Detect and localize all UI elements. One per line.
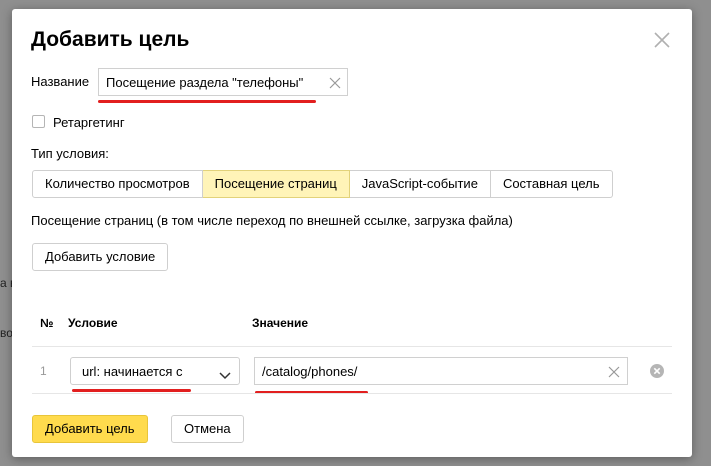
column-header-condition: Условие (68, 316, 118, 330)
condition-select-value: url: начинается с (82, 364, 183, 379)
clear-icon[interactable] (608, 365, 620, 378)
row-number: 1 (40, 364, 47, 378)
divider (32, 346, 672, 347)
background-text: во (0, 326, 13, 340)
condition-value: /catalog/phones/ (262, 364, 358, 379)
condition-value-input[interactable]: /catalog/phones/ (254, 357, 628, 385)
condition-description: Посещение страниц (в том числе переход п… (31, 213, 513, 228)
add-goal-dialog: Добавить цель Название Посещение раздела… (12, 9, 692, 457)
column-header-number: № (40, 316, 54, 330)
goal-name-value: Посещение раздела "телефоны" (106, 75, 304, 90)
retargeting-checkbox[interactable] (32, 115, 45, 128)
divider (32, 393, 672, 394)
name-label: Название (31, 74, 90, 89)
annotation-underline (98, 100, 316, 103)
tab-javascript-event[interactable]: JavaScript-событие (349, 170, 491, 198)
clear-icon[interactable] (329, 76, 341, 89)
chevron-down-icon (219, 367, 231, 380)
annotation-underline (72, 389, 191, 392)
column-header-value: Значение (252, 316, 309, 330)
retargeting-label[interactable]: Ретаргетинг (53, 115, 125, 130)
condition-select[interactable]: url: начинается с (70, 357, 240, 385)
add-goal-button[interactable]: Добавить цель (32, 415, 148, 443)
remove-condition-icon[interactable] (650, 364, 664, 378)
condition-type-switch: Количество просмотров Посещение страниц … (32, 170, 613, 198)
close-icon[interactable] (652, 30, 672, 50)
condition-type-label: Тип условия: (31, 146, 109, 161)
cancel-button[interactable]: Отмена (171, 415, 244, 443)
goal-name-input[interactable]: Посещение раздела "телефоны" (98, 68, 348, 96)
add-condition-button[interactable]: Добавить условие (32, 243, 169, 271)
dialog-title: Добавить цель (31, 28, 190, 51)
tab-page-visits[interactable]: Посещение страниц (202, 170, 350, 198)
tab-pageviews[interactable]: Количество просмотров (32, 170, 203, 198)
tab-composite-goal[interactable]: Составная цель (490, 170, 613, 198)
